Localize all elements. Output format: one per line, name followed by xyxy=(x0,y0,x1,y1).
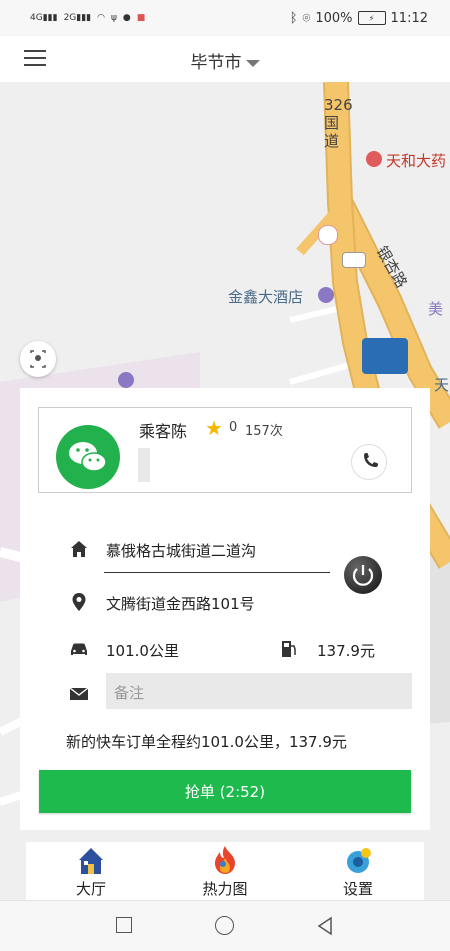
system-nav-bar xyxy=(0,900,450,951)
hotel-icon xyxy=(318,287,334,303)
passenger-trips: 157次 xyxy=(245,424,283,439)
price-value: 137.9元 xyxy=(317,642,375,660)
clock: 11:12 xyxy=(390,10,428,26)
map-label-pharmacy: 天和大药 xyxy=(386,152,447,170)
gas-station-icon xyxy=(318,225,338,245)
call-button[interactable] xyxy=(351,444,387,480)
tab-settings-label: 设置 xyxy=(342,880,373,898)
tab-hall[interactable]: 大厅 xyxy=(41,842,141,900)
bluetooth-icon: ᛒ xyxy=(289,10,298,26)
map-label-tian: 天 xyxy=(434,376,450,394)
hotel-icon-2 xyxy=(118,372,134,388)
power-icon xyxy=(352,565,374,586)
signal-2g-icon: 2G▮▮▮ xyxy=(63,13,92,23)
wechat-icon xyxy=(56,425,120,489)
map-label-326: 326国道 xyxy=(324,96,353,150)
back-icon[interactable] xyxy=(316,916,334,936)
passenger-name: 乘客陈 xyxy=(139,422,188,441)
location-pin-icon xyxy=(72,593,86,611)
destination-address: 文腾街道金西路101号 xyxy=(106,595,255,613)
remark-field: 备注 xyxy=(106,673,412,709)
origin-underline xyxy=(104,572,330,573)
map-label-mei: 美 xyxy=(428,300,444,318)
distance-value: 101.0公里 xyxy=(106,642,179,660)
locate-button[interactable] xyxy=(20,341,56,377)
passenger-rating: 0 xyxy=(229,420,238,435)
status-icons-right: ᛒ ⌾ 100% ⚡ 11:12 xyxy=(290,11,450,26)
city-name: 毕节市 xyxy=(190,53,242,73)
wifi-icon: ◠ xyxy=(97,13,105,23)
tab-heatmap[interactable]: 热力图 xyxy=(175,842,275,900)
settings-icon xyxy=(347,848,371,873)
status-bar: 4G▮▮▮ 2G▮▮▮ ◠ ψ ● ■ ᛒ ⌾ 100% ⚡ 11:12 xyxy=(0,0,450,36)
flame-icon xyxy=(215,846,235,874)
tab-settings[interactable]: 设置 xyxy=(308,842,408,900)
mail-icon xyxy=(69,687,89,700)
order-card: 乘客陈 ★ 0 157次 慕俄格古城街道二道沟 文腾街道金西路101号 101.… xyxy=(20,388,430,830)
chevron-down-icon xyxy=(245,59,260,67)
passenger-info: 乘客陈 ★ 0 157次 xyxy=(38,407,412,493)
map-label-hotel: 金鑫大酒店 xyxy=(228,288,304,306)
chat-icon: ● xyxy=(122,13,131,23)
battery-percent: 100% xyxy=(315,10,353,26)
passenger-extra-placeholder xyxy=(138,448,150,482)
traffic-light-icon xyxy=(342,252,366,268)
city-selector[interactable]: 毕节市 xyxy=(0,48,450,73)
tab-heatmap-label: 热力图 xyxy=(202,880,248,898)
usb-icon: ψ xyxy=(110,13,117,23)
grab-order-button[interactable]: 抢单 (2:52) xyxy=(39,770,411,813)
origin-address: 慕俄格古城街道二道沟 xyxy=(106,542,257,560)
battery-icon: ⚡ xyxy=(357,11,386,25)
home-icon xyxy=(71,541,87,557)
home-nav-icon[interactable] xyxy=(215,916,234,935)
top-bar: 毕节市 xyxy=(0,36,450,82)
phone-icon xyxy=(364,453,378,467)
remark-placeholder: 备注 xyxy=(114,684,145,702)
bottom-tab-bar: 大厅 热力图 设置 xyxy=(26,842,424,900)
signal-4g-icon: 4G▮▮▮ xyxy=(30,13,58,23)
fuel-icon xyxy=(282,641,296,657)
car-icon xyxy=(71,643,87,655)
navigation-arrow-icon[interactable] xyxy=(362,338,408,374)
house-icon xyxy=(79,848,103,874)
location-icon: ⌾ xyxy=(302,10,311,26)
star-icon: ★ xyxy=(205,416,223,440)
power-button[interactable] xyxy=(344,556,382,594)
app-icon: ■ xyxy=(136,13,146,23)
status-icons-left: 4G▮▮▮ 2G▮▮▮ ◠ ψ ● ■ xyxy=(0,13,145,23)
tab-hall-label: 大厅 xyxy=(75,880,106,898)
order-summary: 新的快车订单全程约101.0公里，137.9元 xyxy=(66,733,347,751)
pharmacy-icon xyxy=(366,151,382,167)
locate-icon xyxy=(30,350,46,368)
recent-apps-icon[interactable] xyxy=(116,917,132,933)
